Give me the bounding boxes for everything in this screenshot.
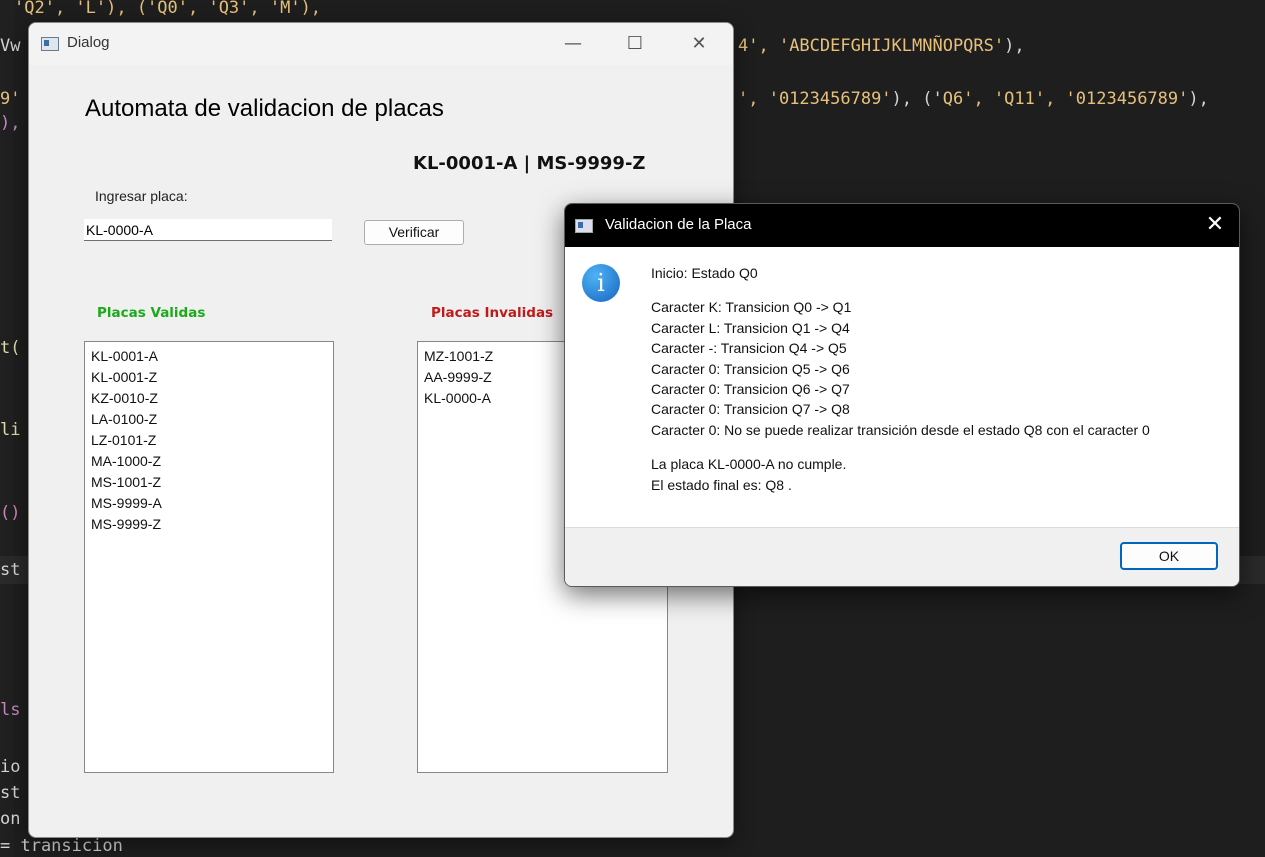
message-text: Inicio: Estado Q0 Caracter K: Transicion… (651, 263, 1231, 495)
message-line: Inicio: Estado Q0 (651, 265, 758, 281)
invalid-plates-label: Placas Invalidas (431, 305, 554, 321)
code-fragment: t( (0, 338, 21, 358)
list-item[interactable]: LA-0100-Z (85, 409, 333, 430)
code-fragment: ls (0, 700, 21, 720)
list-item[interactable]: MA-1000-Z (85, 451, 333, 472)
code-fragment: Vw (0, 36, 21, 56)
close-button[interactable]: ✕ (677, 29, 721, 59)
message-box-titlebar[interactable]: Validacion de la Placa ✕ (565, 204, 1239, 247)
code-fragment: io (0, 757, 21, 777)
code-fragment: st (0, 783, 21, 803)
message-line: Caracter 0: No se puede realizar transic… (651, 421, 1150, 438)
minimize-button[interactable]: — (551, 29, 595, 59)
valid-plates-label: Placas Validas (97, 305, 206, 321)
validation-message-box: Validacion de la Placa ✕ i Inicio: Estad… (564, 203, 1240, 587)
code-fragment: on (0, 809, 21, 829)
plate-input-label: Ingresar placa: (95, 188, 188, 204)
close-icon[interactable]: ✕ (1197, 210, 1233, 240)
message-line: Caracter 0: Transicion Q6 -> Q7 (651, 380, 850, 397)
message-line: Caracter 0: Transicion Q7 -> Q8 (651, 401, 850, 418)
code-line: 4', 'ABCDEFGHIJKLMNÑOPQRS'), (738, 36, 1025, 56)
message-line: El estado final es: Q8 . (651, 476, 792, 493)
list-item[interactable]: MS-1001-Z (85, 472, 333, 493)
message-line: Caracter L: Transicion Q1 -> Q4 (651, 319, 850, 336)
message-box-footer: OK (565, 527, 1239, 586)
code-fragment: ), (0, 113, 21, 133)
code-line: = transicion (0, 836, 123, 856)
valid-plates-list[interactable]: KL-0001-A KL-0001-Z KZ-0010-Z LA-0100-Z … (84, 341, 334, 773)
code-line: 'Q2', 'L'), ('Q0', 'Q3', 'M'), (14, 0, 322, 18)
list-item[interactable]: KZ-0010-Z (85, 388, 333, 409)
info-icon: i (582, 264, 620, 302)
dialog-titlebar[interactable]: Dialog — ☐ ✕ (29, 23, 733, 65)
message-line: La placa KL-0000-A no cumple. (651, 456, 847, 473)
code-fragment: li (0, 420, 21, 440)
app-window-icon (41, 37, 59, 51)
code-line: ', '0123456789'), ('Q6', 'Q11', '0123456… (738, 89, 1209, 109)
verify-button[interactable]: Verificar (364, 220, 464, 245)
list-item[interactable]: KL-0001-Z (85, 367, 333, 388)
message-box-title: Validacion de la Placa (605, 216, 752, 233)
code-fragment: st (0, 560, 21, 580)
list-item[interactable]: MS-9999-A (85, 493, 333, 514)
app-window-icon (575, 219, 593, 233)
list-item[interactable]: KL-0001-A (85, 346, 333, 367)
list-item[interactable]: LZ-0101-Z (85, 430, 333, 451)
plate-format-label: KL-0001-A | MS-9999-Z (413, 153, 646, 174)
message-line: Caracter 0: Transicion Q5 -> Q6 (651, 360, 850, 377)
plate-input[interactable] (84, 219, 332, 241)
code-fragment: () (0, 503, 21, 523)
maximize-button[interactable]: ☐ (613, 29, 657, 59)
message-line: Caracter -: Transicion Q4 -> Q5 (651, 340, 847, 357)
dialog-title: Dialog (67, 34, 110, 51)
page-title: Automata de validacion de placas (85, 95, 444, 122)
ok-button[interactable]: OK (1120, 542, 1218, 570)
code-fragment: 9' (0, 89, 21, 109)
list-item[interactable]: MS-9999-Z (85, 514, 333, 535)
message-line: Caracter K: Transicion Q0 -> Q1 (651, 299, 852, 316)
